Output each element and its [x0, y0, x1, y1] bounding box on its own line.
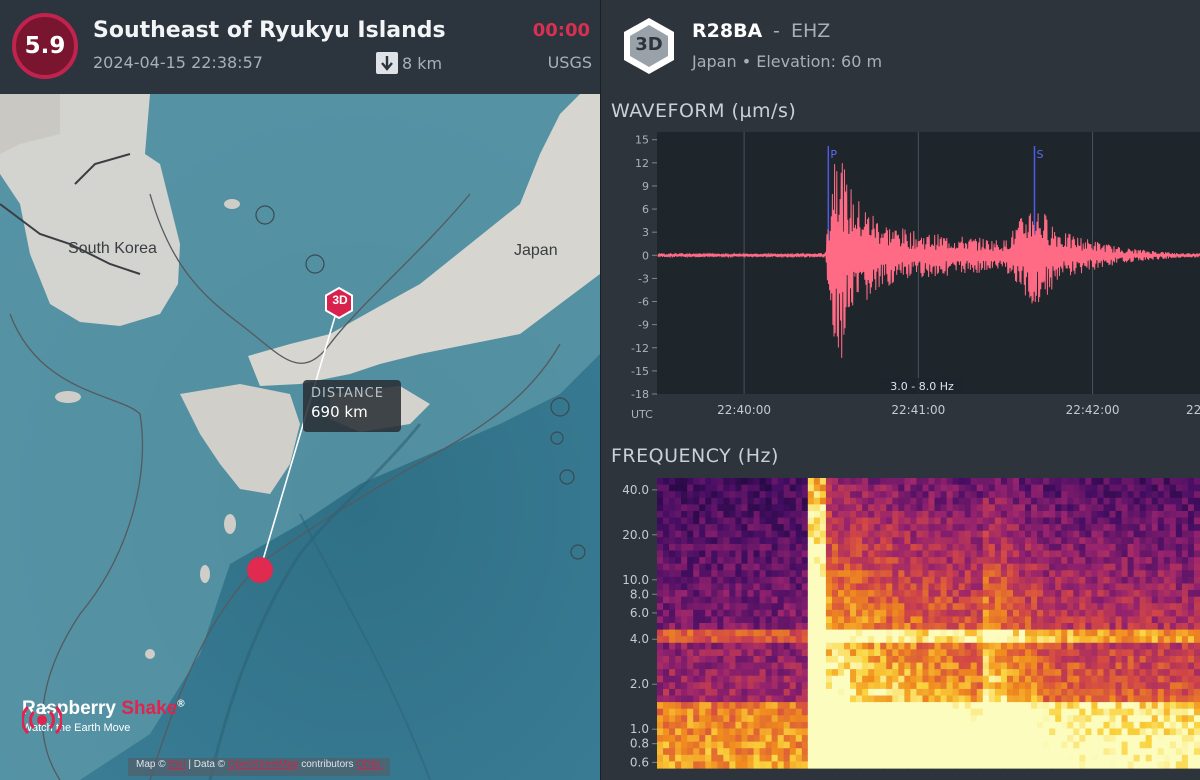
- waveform-y-tick-label: 9: [642, 180, 649, 193]
- spectrogram-y-tick-label: 40.0: [622, 483, 649, 497]
- station-country: Japan: [692, 52, 737, 71]
- event-title: Southeast of Ryukyu Islands: [93, 18, 446, 43]
- distance-tooltip: DISTANCE 690 km: [303, 380, 401, 432]
- spectrogram-y-tick-label: 1.0: [630, 722, 649, 736]
- map-canvas[interactable]: [0, 94, 600, 780]
- depth-value: 8 km: [402, 53, 443, 73]
- event-source: USGS: [547, 53, 592, 72]
- esri-link[interactable]: Esri: [168, 759, 185, 770]
- openstreetmap-link[interactable]: OpenStreetMap: [228, 759, 299, 770]
- frequency-title: FREQUENCY (Hz): [611, 445, 779, 467]
- filter-label: 3.0 - 8.0 Hz: [890, 380, 954, 393]
- spectrogram-cells: [657, 478, 1200, 769]
- waveform-y-tick-label: -3: [638, 272, 649, 285]
- spectrogram-chart[interactable]: 40.0 20.0 10.08.0 6.0 4.0 2.0 1.00.8 0.6: [601, 476, 1200, 780]
- waveform-y-tick-label: 15: [635, 134, 649, 147]
- waveform-y-tick-label: -15: [631, 365, 649, 378]
- station-separator: -: [773, 20, 780, 42]
- station-channel: EHZ: [791, 20, 831, 42]
- waveform-y-tick-label: -18: [631, 388, 649, 401]
- station-badge: 3D: [621, 16, 677, 80]
- event-datetime: 2024-04-15 22:38:57: [93, 53, 263, 72]
- spectrogram-y-tick-label: 2.0: [630, 677, 649, 691]
- event-panel: 5.9 Southeast of Ryukyu Islands 2024-04-…: [0, 0, 600, 780]
- waveform-y-tick-label: -12: [631, 342, 649, 355]
- waveform-utc-label: UTC: [631, 408, 653, 421]
- waveform-x-tick-label: 22:41:00: [891, 403, 945, 417]
- waveform-y-tick-label: -6: [638, 296, 649, 309]
- arrow-down-icon: [376, 52, 398, 74]
- station-badge-label: 3D: [635, 34, 663, 55]
- map-label-japan: Japan: [514, 242, 558, 259]
- brand-logo: Raspberry Shake® Watch the Earth Move: [22, 698, 185, 735]
- waveform-y-tick-label: -9: [638, 319, 649, 332]
- map[interactable]: 3D South Korea Japan DISTANCE 690 km Ras…: [0, 94, 600, 780]
- spectrogram-y-tick-label: 20.0: [622, 528, 649, 542]
- spectrogram-y-tick-label: 6.0: [630, 606, 649, 620]
- phase-label-p: P: [830, 148, 837, 161]
- station-panel: 3D R28BA - EHZ Japan • Elevation: 60 m W…: [601, 0, 1200, 780]
- waveform-title: WAVEFORM (µm/s): [611, 100, 797, 122]
- magnitude-badge: 5.9: [12, 13, 78, 79]
- elapsed-timer: 00:00: [532, 20, 590, 41]
- map-attribution: Map © Esri | Data © OpenStreetMap contri…: [128, 758, 391, 776]
- epicenter-marker[interactable]: [247, 557, 273, 583]
- station-marker-label: 3D: [332, 293, 348, 307]
- station-code: R28BA: [692, 20, 763, 42]
- waveform-y-tick-label: 3: [642, 226, 649, 239]
- spectrogram-y-tick-label: 0.6: [630, 755, 649, 769]
- station-meta-bullet: •: [741, 52, 752, 71]
- magnitude-value: 5.9: [24, 33, 66, 59]
- spectrogram-y-tick-label: 10.0: [622, 573, 649, 587]
- raspberry-shake-logo-icon: [22, 705, 62, 735]
- station-meta: Japan • Elevation: 60 m: [692, 52, 882, 71]
- odbl-link[interactable]: ODbL: [356, 759, 382, 770]
- map-label-south-korea: South Korea: [68, 240, 157, 257]
- event-header: 5.9 Southeast of Ryukyu Islands 2024-04-…: [0, 0, 600, 94]
- waveform-x-tick-label: 22:40:00: [717, 403, 771, 417]
- waveform-x-tick-label: 22:42:00: [1066, 403, 1120, 417]
- spectrogram-y-tick-label: 8.0: [630, 587, 649, 601]
- distance-value: 690 km: [311, 403, 368, 421]
- station-elevation: Elevation: 60 m: [756, 52, 883, 71]
- phase-label-s: S: [1036, 148, 1043, 161]
- waveform-y-tick-label: 6: [642, 203, 649, 216]
- spectrogram-y-tick-label: 4.0: [630, 632, 649, 646]
- event-depth: 8 km: [376, 52, 442, 74]
- waveform-chart[interactable]: 15 12 9 6 3 0 -3 -6 -9 -12 -15 -18 22:40:00 22:41:00 2…: [601, 130, 1200, 430]
- spectrogram-y-tick-label: 0.8: [630, 737, 649, 751]
- waveform-x-tick-label: 22:4: [1186, 403, 1200, 417]
- waveform-y-tick-label: 12: [635, 157, 649, 170]
- distance-label: DISTANCE: [311, 386, 384, 401]
- waveform-y-tick-label: 0: [642, 249, 649, 262]
